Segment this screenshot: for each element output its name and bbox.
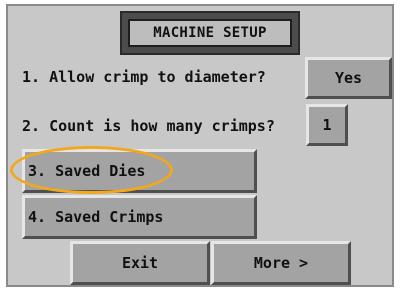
question-crimp-count-label: 2. Count is how many crimps? <box>22 117 275 135</box>
saved-dies-button[interactable]: 3. Saved Dies <box>22 149 257 193</box>
exit-button[interactable]: Exit <box>70 241 210 285</box>
allow-crimp-value-button[interactable]: Yes <box>305 57 392 99</box>
saved-crimps-button[interactable]: 4. Saved Crimps <box>22 195 257 239</box>
page-title: MACHINE SETUP <box>128 19 292 47</box>
crimp-count-value-button[interactable]: 1 <box>306 104 348 146</box>
more-button[interactable]: More > <box>211 241 351 285</box>
title-frame: MACHINE SETUP <box>120 11 300 55</box>
question-allow-crimp-label: 1. Allow crimp to diameter? <box>22 68 266 86</box>
